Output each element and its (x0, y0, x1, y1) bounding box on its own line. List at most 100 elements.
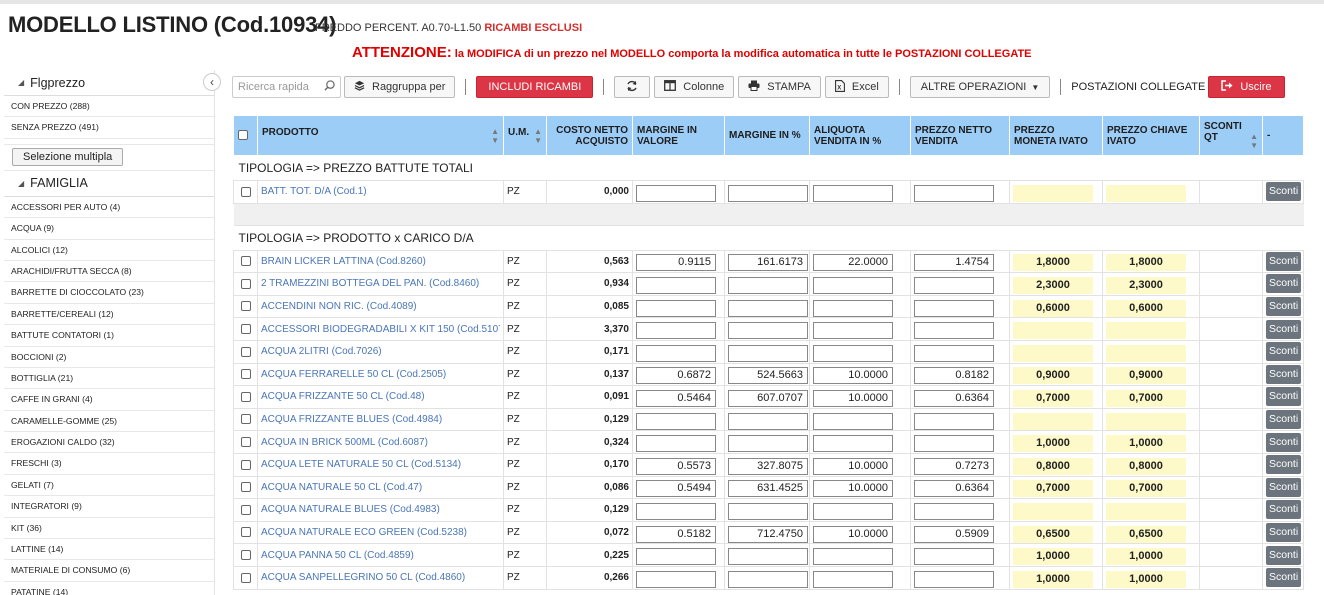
product-link[interactable]: ACCENDINI NON RIC. (Cod.4089) (261, 301, 500, 312)
vat-input[interactable] (813, 344, 893, 362)
filter-item[interactable]: CON PREZZO (288) (4, 96, 214, 118)
price-key-value[interactable]: 0,6000 (1106, 299, 1186, 317)
sconti-button[interactable]: Sconti (1266, 387, 1302, 407)
margin-value-input[interactable] (636, 344, 716, 362)
vat-input[interactable]: 10.0000 (813, 525, 893, 543)
famiglia-header[interactable]: ◢ FAMIGLIA (4, 170, 214, 197)
row-checkbox[interactable] (240, 572, 251, 583)
excel-button[interactable]: X Excel (824, 76, 889, 98)
price-key-value[interactable]: 0,9000 (1106, 367, 1186, 385)
margin-pct-input[interactable] (728, 322, 808, 340)
price-coin-value[interactable] (1013, 412, 1093, 430)
filter-item[interactable]: EROGAZIONI CALDO (32) (4, 432, 214, 454)
sconti-button[interactable]: Sconti (1266, 545, 1302, 565)
sconti-button[interactable]: Sconti (1266, 568, 1302, 588)
row-checkbox[interactable] (240, 391, 251, 402)
price-key-value[interactable] (1106, 184, 1186, 202)
price-key-value[interactable] (1106, 344, 1186, 362)
col-vat[interactable]: ALIQUOTA VENDITA IN % (809, 115, 911, 156)
net-price-input[interactable] (914, 299, 994, 317)
product-link[interactable]: ACQUA FRIZZANTE BLUES (Cod.4984) (261, 414, 500, 425)
margin-pct-input[interactable] (728, 344, 808, 362)
filter-item[interactable]: ARACHIDI/FRUTTA SECCA (8) (4, 261, 214, 283)
margin-value-input[interactable] (636, 184, 716, 202)
row-checkbox[interactable] (240, 482, 251, 493)
vat-input[interactable] (813, 276, 893, 294)
price-coin-value[interactable]: 0,6500 (1013, 525, 1093, 543)
margin-pct-input[interactable] (728, 184, 808, 202)
sconti-button[interactable]: Sconti (1266, 297, 1302, 317)
filter-item[interactable]: MATERIALE DI CONSUMO (6) (4, 560, 214, 582)
vat-input[interactable]: 22.0000 (813, 254, 893, 272)
product-link[interactable]: ACQUA NATURALE BLUES (Cod.4983) (261, 504, 500, 515)
sconti-button[interactable]: Sconti (1266, 319, 1302, 339)
margin-pct-input[interactable]: 524.5663 (728, 367, 808, 385)
filter-item[interactable]: LATTINE (14) (4, 539, 214, 561)
margin-pct-input[interactable] (728, 502, 808, 520)
margin-pct-input[interactable] (728, 276, 808, 294)
filter-item[interactable]: BARRETTE DI CIOCCOLATO (23) (4, 282, 214, 304)
margin-value-input[interactable]: 0.5464 (636, 389, 716, 407)
product-link[interactable]: 2 TRAMEZZINI BOTTEGA DEL PAN. (Cod.8460) (261, 278, 500, 289)
row-checkbox[interactable] (240, 549, 251, 560)
price-key-value[interactable]: 1,0000 (1106, 548, 1186, 566)
vat-input[interactable] (813, 548, 893, 566)
filter-item[interactable]: PATATINE (14) (4, 582, 214, 595)
col-net-price[interactable]: PREZZO NETTO VENDITA (910, 115, 1010, 156)
price-coin-value[interactable]: 1,8000 (1013, 254, 1093, 272)
net-price-input[interactable] (914, 412, 994, 430)
select-all-checkbox[interactable] (238, 130, 248, 141)
sconti-button[interactable]: Sconti (1266, 432, 1302, 452)
col-um[interactable]: U.M. ▲ ▼ (503, 115, 547, 156)
row-checkbox[interactable] (240, 369, 251, 380)
margin-value-input[interactable] (636, 435, 716, 453)
net-price-input[interactable] (914, 435, 994, 453)
price-coin-value[interactable]: 1,0000 (1013, 570, 1093, 588)
margin-pct-input[interactable] (728, 548, 808, 566)
columns-button[interactable]: Colonne (654, 76, 735, 98)
col-prodotto[interactable]: PRODOTTO ▲ ▼ (257, 115, 504, 156)
net-price-input[interactable] (914, 548, 994, 566)
collapse-sidebar-button[interactable]: ‹ (203, 73, 221, 91)
vat-input[interactable] (813, 184, 893, 202)
row-checkbox[interactable] (240, 346, 251, 357)
net-price-input[interactable]: 1.4754 (914, 254, 994, 272)
price-key-value[interactable]: 0,6500 (1106, 525, 1186, 543)
margin-pct-input[interactable] (728, 435, 808, 453)
filter-item[interactable]: BOCCIONI (2) (4, 347, 214, 368)
margin-pct-input[interactable]: 327.8075 (728, 457, 808, 475)
col-price-coin[interactable]: PREZZO MONETA IVATO (1009, 115, 1103, 156)
row-checkbox[interactable] (240, 414, 251, 425)
margin-pct-input[interactable] (728, 412, 808, 430)
vat-input[interactable]: 10.0000 (813, 367, 893, 385)
row-checkbox[interactable] (240, 527, 251, 538)
exit-button[interactable]: Uscire (1208, 76, 1285, 98)
net-price-input[interactable] (914, 184, 994, 202)
other-operations-dropdown[interactable]: ALTRE OPERAZIONI ▼ (909, 76, 1051, 98)
price-key-value[interactable]: 0,8000 (1106, 457, 1186, 475)
net-price-input[interactable] (914, 502, 994, 520)
price-coin-value[interactable] (1013, 502, 1093, 520)
row-checkbox[interactable] (240, 437, 251, 447)
margin-pct-input[interactable]: 712.4750 (728, 525, 808, 543)
price-coin-value[interactable] (1013, 344, 1093, 362)
margin-value-input[interactable] (636, 502, 716, 520)
net-price-input[interactable]: 0.6364 (914, 480, 994, 498)
price-key-value[interactable]: 2,3000 (1106, 276, 1186, 294)
net-price-input[interactable] (914, 570, 994, 588)
filter-item[interactable]: CAFFE IN GRANI (4) (4, 389, 214, 411)
filter-item[interactable]: ACQUA (9) (4, 218, 214, 240)
margin-value-input[interactable]: 0.5494 (636, 480, 716, 498)
net-price-input[interactable] (914, 322, 994, 340)
price-coin-value[interactable]: 0,7000 (1013, 389, 1093, 407)
col-margin-value[interactable]: MARGINE IN VALORE (632, 115, 725, 156)
sconti-button[interactable]: Sconti (1266, 182, 1302, 202)
product-link[interactable]: ACQUA LETE NATURALE 50 CL (Cod.5134) (261, 459, 500, 470)
margin-value-input[interactable] (636, 322, 716, 340)
price-key-value[interactable] (1106, 412, 1186, 430)
row-checkbox[interactable] (240, 256, 251, 267)
net-price-input[interactable]: 0.7273 (914, 457, 994, 475)
quick-search[interactable]: Ricerca rapida (232, 76, 341, 98)
filter-item[interactable]: KIT (36) (4, 518, 214, 540)
row-checkbox[interactable] (240, 186, 251, 197)
